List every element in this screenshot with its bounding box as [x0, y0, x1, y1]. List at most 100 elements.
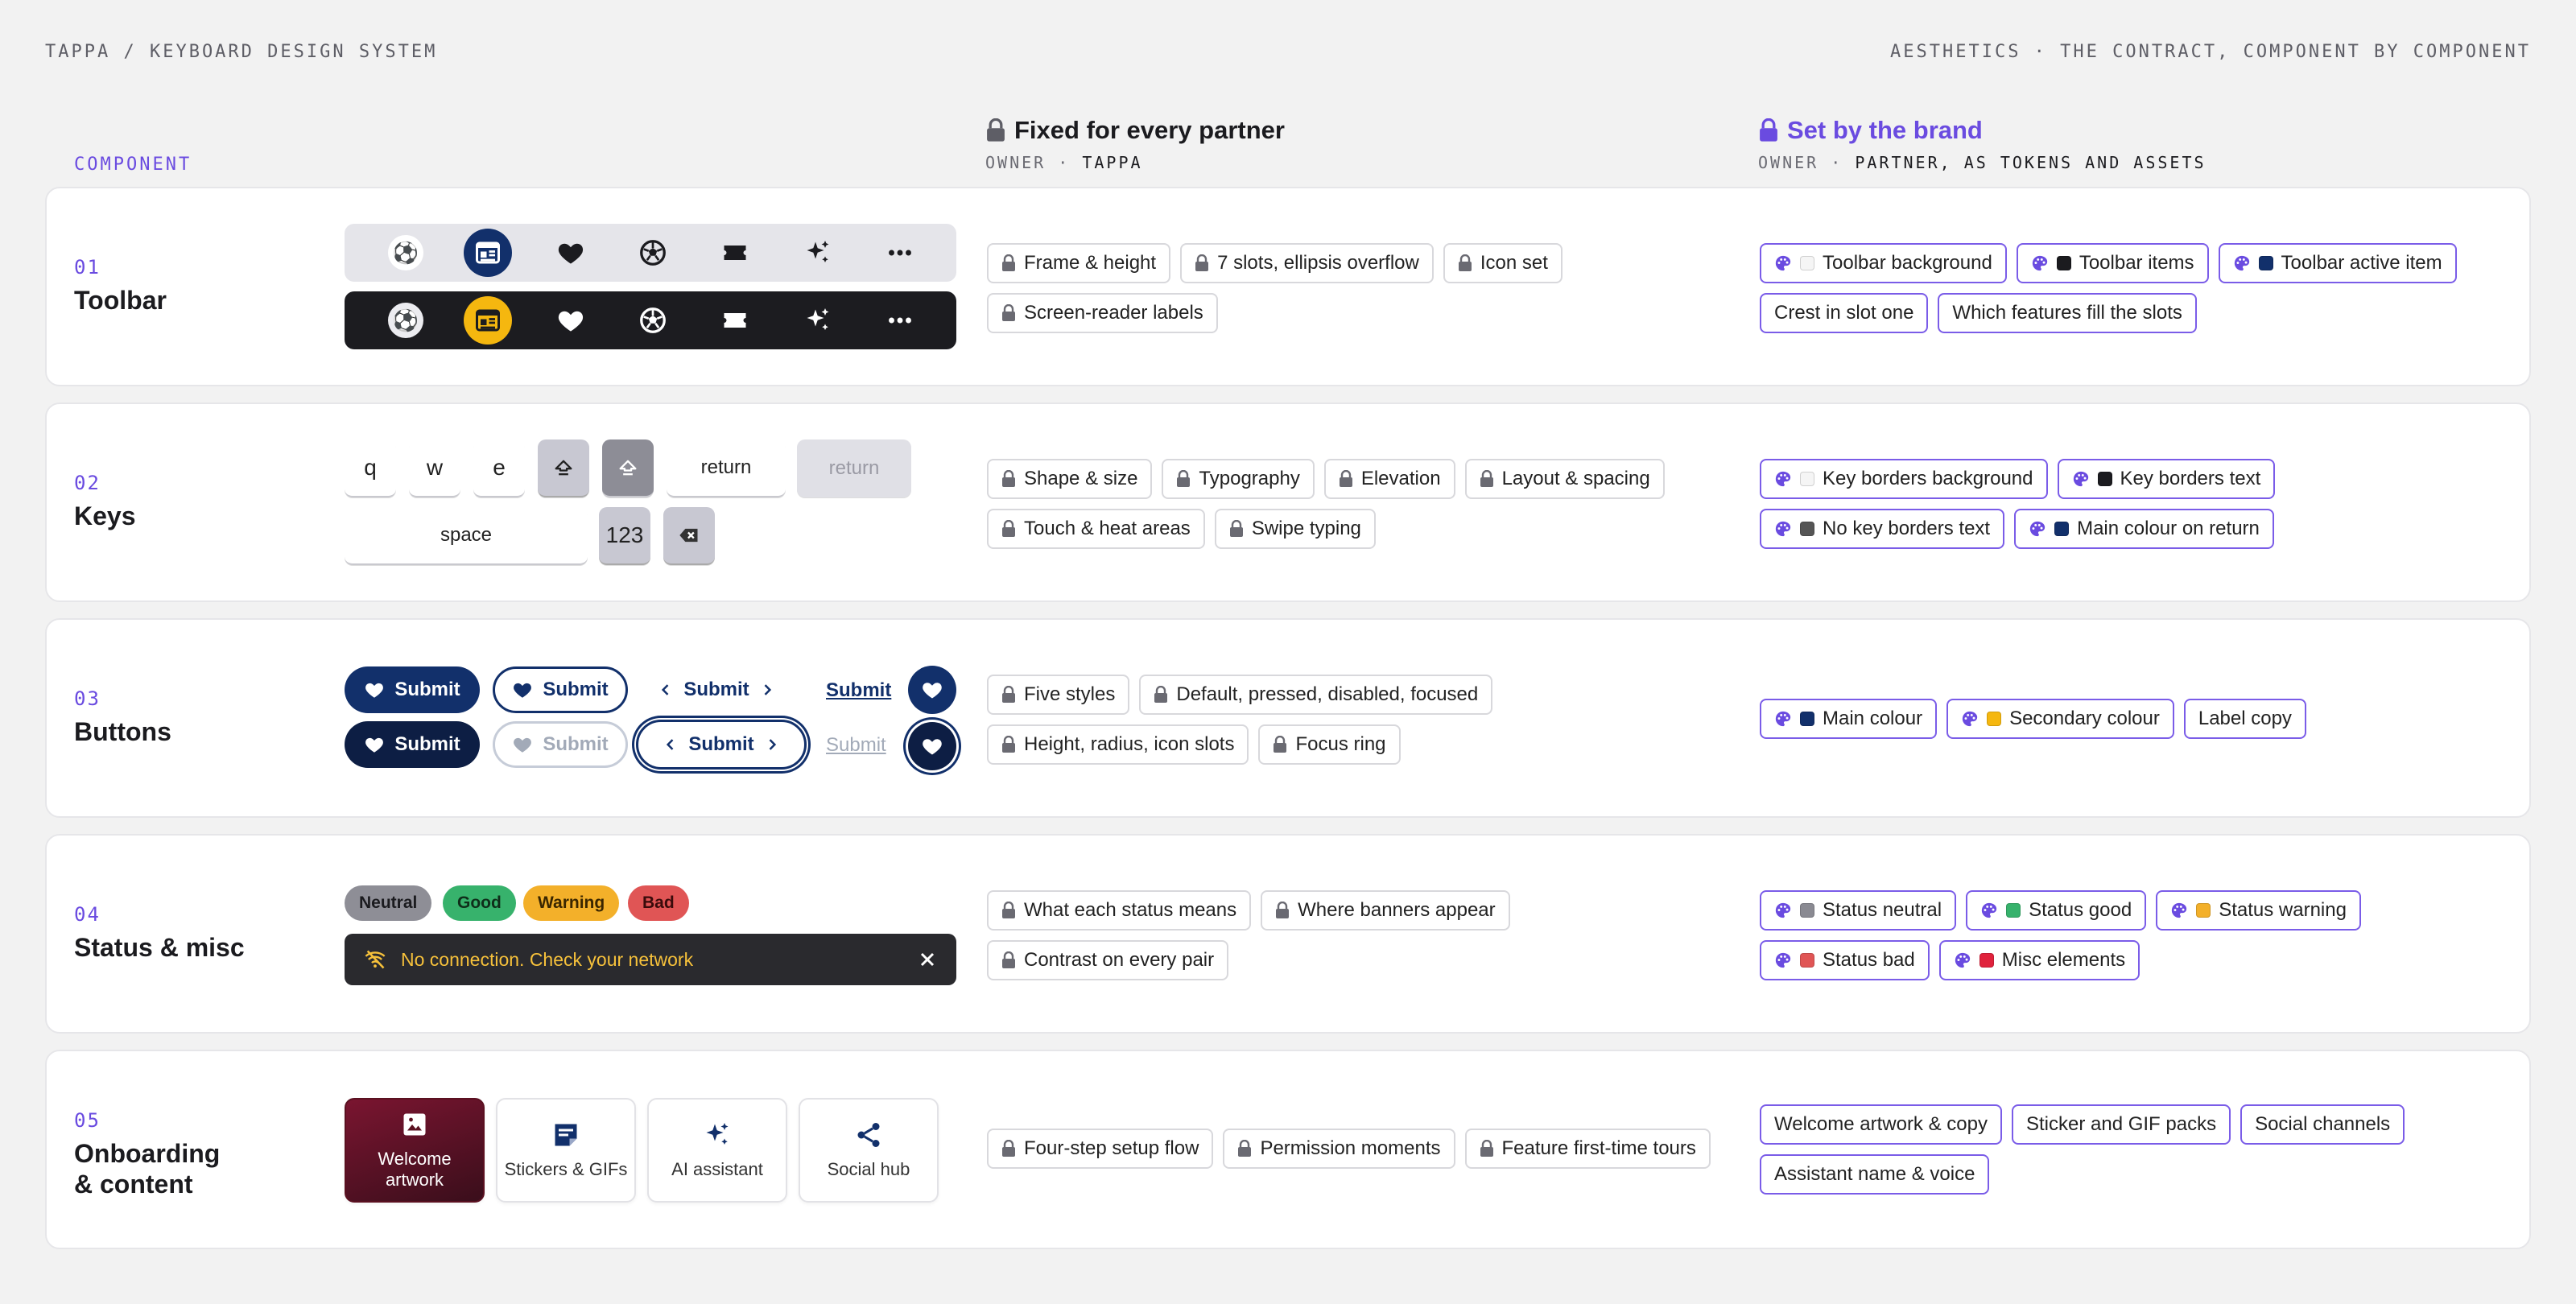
ticket-icon — [720, 306, 749, 335]
palette-icon — [1954, 951, 1971, 969]
lock-icon — [1273, 736, 1287, 753]
brand-token-chip: Toolbar active item — [2218, 243, 2457, 283]
sparkle-icon — [703, 1120, 732, 1149]
fixed-chip: Elevation — [1323, 459, 1455, 499]
row-number: 04 — [74, 903, 101, 926]
palette-icon — [1980, 902, 1998, 919]
color-swatch — [2006, 903, 2021, 918]
lock-icon — [1001, 902, 1016, 919]
lock-icon — [1480, 1140, 1494, 1158]
fixed-chip: Shape & size — [987, 459, 1153, 499]
key-e[interactable]: e — [473, 439, 525, 497]
primary-button[interactable]: Submit — [345, 666, 480, 713]
fixed-chips: What each status means Where banners app… — [987, 890, 1711, 980]
toolbar-slot-more[interactable] — [876, 229, 924, 277]
lock-icon — [1275, 902, 1290, 919]
brand-asset-chip: Which features fill the slots — [1938, 293, 2197, 333]
row-name: Toolbar — [74, 286, 167, 315]
more-icon — [886, 306, 914, 335]
row-number: 05 — [74, 1109, 101, 1132]
key-w[interactable]: w — [409, 439, 460, 497]
brand-token-chip: Status bad — [1760, 940, 1930, 980]
brand-token-chip: No key borders text — [1760, 509, 2005, 549]
lock-icon — [1001, 520, 1016, 538]
toolbar-slot-favorites[interactable] — [547, 296, 595, 345]
shift-icon — [617, 456, 639, 479]
toolbar-slot-crest[interactable]: ⚽ — [382, 296, 430, 345]
toolbar-slot-crest[interactable]: ⚽ — [382, 229, 430, 277]
more-icon — [886, 238, 914, 267]
toolbar-slot-ai[interactable] — [794, 296, 842, 345]
fixed-chip: Where banners appear — [1261, 890, 1510, 931]
welcome-card[interactable]: Welcome artwork — [345, 1098, 485, 1203]
brand-token-chip: Secondary colour — [1946, 699, 2174, 739]
icon-button[interactable] — [908, 666, 956, 714]
row-onboarding: 05 Onboarding & content Welcome artwork S… — [45, 1050, 2531, 1249]
football-icon — [638, 238, 667, 267]
palette-icon — [2170, 902, 2188, 919]
brand-token-chip: Main colour — [1760, 699, 1938, 739]
fixed-chip: Icon set — [1443, 243, 1563, 283]
fixed-chip: Touch & heat areas — [987, 509, 1205, 549]
toolbar-slot-football[interactable] — [629, 229, 677, 277]
palette-icon — [1774, 710, 1792, 728]
lock-icon — [1758, 118, 1779, 142]
row-name: Buttons — [74, 717, 171, 746]
heart-icon — [921, 679, 943, 701]
shift-icon — [552, 456, 575, 479]
color-swatch — [1987, 712, 2002, 726]
fixed-chips: Five styles Default, pressed, disabled, … — [987, 675, 1711, 765]
fixed-chip: Typography — [1162, 459, 1315, 499]
color-swatch — [1800, 712, 1814, 726]
icon-button-focused[interactable] — [908, 722, 956, 770]
secondary-button-disabled: Submit — [493, 721, 628, 768]
status-badge-bad: Bad — [628, 885, 689, 921]
fixed-chip: Five styles — [987, 675, 1130, 715]
toolbar-slot-tickets[interactable] — [711, 296, 759, 345]
color-swatch — [2097, 472, 2112, 486]
brand-asset-chip: Social channels — [2240, 1104, 2405, 1145]
backspace-key[interactable] — [663, 507, 715, 565]
return-key[interactable]: return — [667, 439, 786, 497]
toolbar-slot-ai[interactable] — [794, 229, 842, 277]
sticker-icon — [551, 1120, 580, 1149]
palette-icon — [1774, 470, 1792, 488]
ai-assistant-card[interactable]: AI assistant — [647, 1098, 787, 1203]
tertiary-button-focused[interactable]: Submit — [636, 720, 807, 770]
secondary-button[interactable]: Submit — [493, 666, 628, 713]
shift-key[interactable] — [538, 439, 589, 497]
heart-icon — [512, 734, 533, 755]
toolbar-slot-more[interactable] — [876, 296, 924, 345]
color-swatch — [2258, 256, 2273, 270]
backspace-icon — [678, 524, 700, 547]
stickers-card[interactable]: Stickers & GIFs — [496, 1098, 636, 1203]
toolbar-slot-news[interactable] — [464, 296, 513, 345]
brand-token-chip: Main colour on return — [2014, 509, 2274, 549]
row-number: 01 — [74, 256, 101, 279]
row-buttons: 03 Buttons Submit Submit Submit Submit S… — [45, 618, 2531, 818]
fixed-chip: Screen-reader labels — [987, 293, 1218, 333]
primary-button-pressed[interactable]: Submit — [345, 721, 480, 768]
color-swatch — [1800, 522, 1814, 536]
breadcrumb: TAPPA / KEYBOARD DESIGN SYSTEM — [45, 42, 438, 62]
fixed-chip: Frame & height — [987, 243, 1171, 283]
chevron-left-icon — [663, 737, 679, 753]
shift-key-active[interactable] — [602, 439, 654, 497]
close-icon[interactable] — [918, 950, 937, 969]
key-q[interactable]: q — [345, 439, 396, 497]
link-button[interactable]: Submit — [826, 679, 891, 702]
status-badge-neutral: Neutral — [345, 885, 432, 921]
sparkle-icon — [803, 238, 832, 267]
toolbar-slot-tickets[interactable] — [711, 229, 759, 277]
toolbar-slot-football[interactable] — [629, 296, 677, 345]
link-button-disabled: Submit — [826, 734, 886, 756]
row-keys: 02 Keys q w e return return space 123 Sh… — [45, 402, 2531, 602]
color-swatch — [2054, 522, 2070, 536]
brand-owner-label: OWNER · — [1758, 153, 1843, 172]
space-key[interactable]: space — [345, 507, 588, 565]
social-hub-card[interactable]: Social hub — [799, 1098, 939, 1203]
tertiary-button[interactable]: Submit — [644, 666, 789, 713]
toolbar-slot-news[interactable] — [464, 229, 513, 277]
numbers-key[interactable]: 123 — [599, 507, 650, 565]
toolbar-slot-favorites[interactable] — [547, 229, 595, 277]
